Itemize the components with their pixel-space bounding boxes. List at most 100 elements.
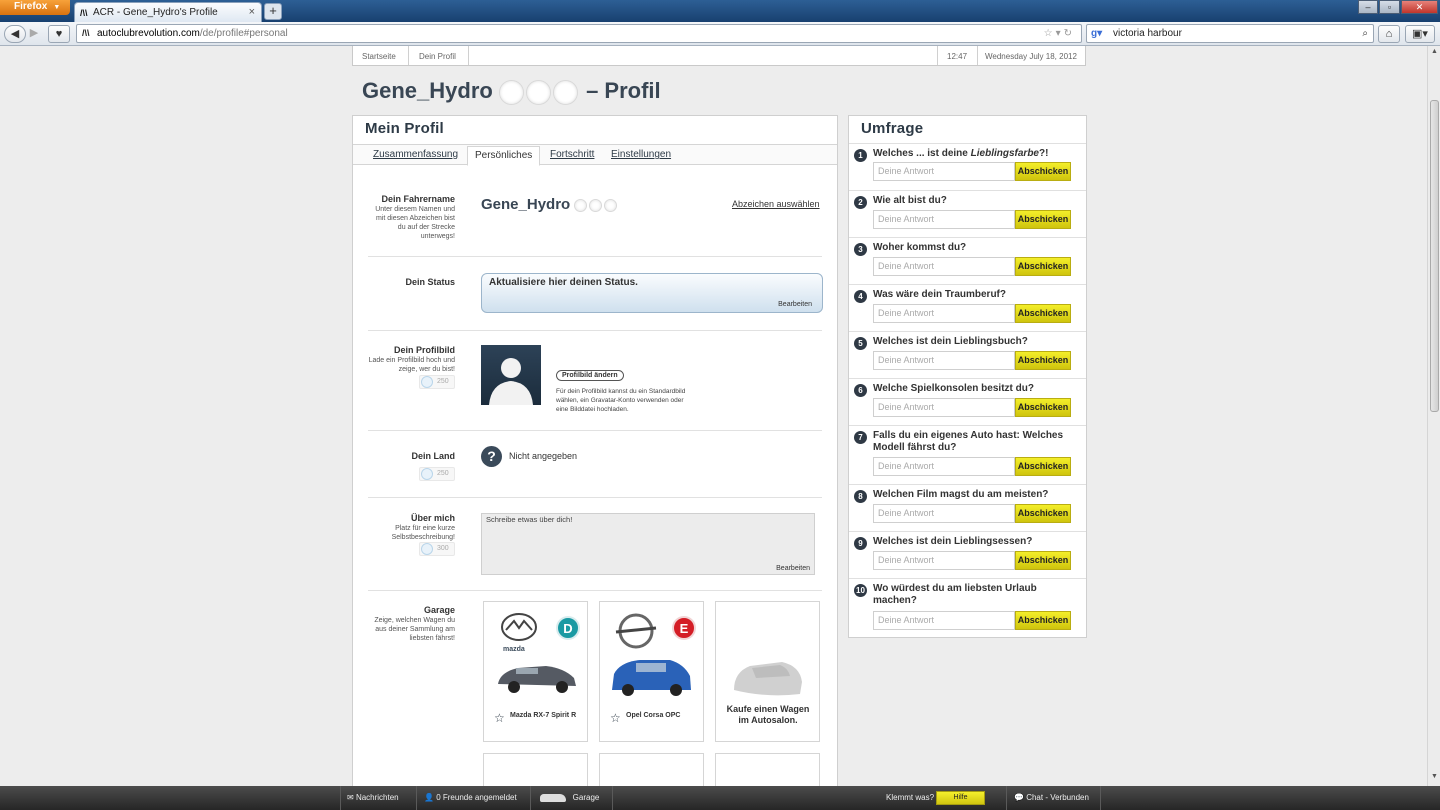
clock-time: 12:47	[947, 52, 968, 61]
url-bar[interactable]: /\\ autoclubrevolution.com/de/profile#pe…	[76, 24, 1082, 43]
question-number: 7	[854, 431, 867, 444]
page-scrollbar[interactable]: ▲ ▼	[1427, 46, 1440, 786]
tools-menu-button[interactable]: ▣▾	[1405, 25, 1435, 43]
friends-online-button[interactable]: 👤 0 Freunde angemeldet	[424, 793, 517, 802]
friends-icon: 👤	[424, 793, 434, 802]
site-icon: /\\	[82, 28, 90, 38]
close-window-button[interactable]: ✕	[1401, 0, 1438, 14]
browser-tab-active[interactable]: /\\ ACR - Gene_Hydro's Profile ×	[74, 2, 262, 22]
home-button[interactable]: ⌂	[1378, 25, 1400, 43]
search-icon[interactable]: ⌕	[1362, 25, 1368, 42]
answer-input[interactable]: Deine Antwort	[873, 398, 1015, 417]
garage-label: Garage	[423, 605, 455, 615]
messages-button[interactable]: ✉ Nachrichten	[347, 793, 399, 802]
page-title: Gene_Hydro – Profil	[362, 78, 661, 105]
answer-input[interactable]: Deine Antwort	[873, 257, 1015, 276]
submit-answer-button[interactable]: Abschicken	[1015, 162, 1071, 181]
question-number: 2	[854, 196, 867, 209]
tab-title: ACR - Gene_Hydro's Profile	[93, 7, 218, 18]
avatar	[481, 345, 541, 405]
envelope-icon: ✉	[347, 793, 354, 802]
submit-answer-button[interactable]: Abschicken	[1015, 351, 1071, 370]
submit-answer-button[interactable]: Abschicken	[1015, 457, 1071, 476]
tab-personal[interactable]: Persönliches	[467, 146, 541, 166]
answer-input[interactable]: Deine Antwort	[873, 162, 1015, 181]
car-icon	[540, 793, 566, 802]
answer-input[interactable]: Deine Antwort	[873, 551, 1015, 570]
garage-car-card[interactable]: E ☆ Opel Corsa OPC	[599, 601, 704, 742]
question-text: Wo würdest du am liebsten Urlaub machen?	[873, 583, 1037, 606]
change-profile-image-button[interactable]: Profilbild ändern	[556, 370, 624, 381]
submit-answer-button[interactable]: Abschicken	[1015, 504, 1071, 523]
car-silhouette-icon	[734, 662, 802, 696]
poll-question: 3 Woher kommst du? Deine Antwort Abschic…	[849, 237, 1086, 284]
buy-car-card[interactable]: Kaufe einen Wagen im Autosalon.	[715, 601, 820, 742]
search-input[interactable]: victoria harbour	[1113, 28, 1182, 39]
garage-button[interactable]: Garage	[540, 793, 599, 802]
close-tab-icon[interactable]: ×	[249, 6, 255, 18]
tab-summary[interactable]: Zusammenfassung	[373, 149, 458, 160]
question-text: Was wäre dein Traumberuf?	[873, 289, 1006, 300]
question-number: 3	[854, 243, 867, 256]
profile-image-label: Dein Profilbild	[393, 345, 455, 355]
poll-question: 5 Welches ist dein Lieblingsbuch? Deine …	[849, 331, 1086, 378]
submit-answer-button[interactable]: Abschicken	[1015, 257, 1071, 276]
firefox-menu-button[interactable]: Firefox ▼	[0, 0, 70, 15]
poll-question: 9 Welches ist dein Lieblingsessen? Deine…	[849, 531, 1086, 578]
scroll-down-icon[interactable]: ▼	[1428, 773, 1440, 785]
status-edit-link[interactable]: Bearbeiten	[778, 301, 812, 308]
favorite-star-icon[interactable]: ☆	[494, 711, 505, 725]
status-box[interactable]: Aktualisiere hier deinen Status. Bearbei…	[481, 273, 823, 313]
url-host: autoclubrevolution.com	[97, 28, 200, 39]
current-date: Wednesday July 18, 2012	[985, 52, 1077, 61]
poll-title: Umfrage	[861, 120, 924, 137]
answer-input[interactable]: Deine Antwort	[873, 611, 1015, 630]
tab-settings[interactable]: Einstellungen	[611, 149, 671, 160]
new-tab-button[interactable]: +	[264, 3, 282, 20]
help-button[interactable]: Hilfe	[936, 791, 985, 805]
profile-image-desc: Lade ein Profilbild hoch und zeige, wer …	[368, 357, 455, 373]
garage-car-card[interactable]: mazda D ☆ Mazda RX-7 Spirit R	[483, 601, 588, 742]
minimize-button[interactable]: –	[1358, 0, 1378, 14]
scrollbar-thumb[interactable]	[1430, 100, 1439, 412]
coin-icon	[421, 543, 433, 555]
submit-answer-button[interactable]: Abschicken	[1015, 210, 1071, 229]
question-number: 5	[854, 337, 867, 350]
breadcrumb: Startseite Dein Profil 12:47 Wednesday J…	[352, 46, 1086, 66]
default-avatar-icon	[489, 358, 533, 405]
site-identity-button[interactable]: ♥	[48, 25, 70, 43]
submit-answer-button[interactable]: Abschicken	[1015, 611, 1071, 630]
google-icon: g▾	[1091, 28, 1103, 39]
chat-button[interactable]: 💬 Chat - Verbunden	[1014, 793, 1089, 802]
answer-input[interactable]: Deine Antwort	[873, 504, 1015, 523]
submit-answer-button[interactable]: Abschicken	[1015, 398, 1071, 417]
footer-bar: ✉ Nachrichten 👤 0 Freunde angemeldet Gar…	[0, 786, 1440, 810]
back-button[interactable]: ◀	[4, 25, 26, 43]
submit-answer-button[interactable]: Abschicken	[1015, 551, 1071, 570]
car-body-icon	[498, 666, 576, 693]
about-desc: Platz für eine kurze Selbstbeschreibung!	[391, 525, 455, 541]
tab-progress[interactable]: Fortschritt	[550, 149, 594, 160]
poll-question: 8 Welchen Film magst du am meisten? Dein…	[849, 484, 1086, 531]
bookmark-star-icon[interactable]: ☆▾↻	[1044, 25, 1075, 42]
scroll-up-icon[interactable]: ▲	[1428, 48, 1440, 60]
empty-badge-icon	[589, 198, 603, 212]
submit-answer-button[interactable]: Abschicken	[1015, 304, 1071, 323]
forward-button[interactable]: ▶	[26, 25, 42, 43]
answer-input[interactable]: Deine Antwort	[873, 304, 1015, 323]
club-badge-icon: E	[672, 616, 696, 640]
breadcrumb-profile[interactable]: Dein Profil	[419, 52, 456, 61]
maximize-button[interactable]: ▫	[1379, 0, 1400, 14]
about-edit-link[interactable]: Bearbeiten	[776, 565, 810, 572]
search-bar[interactable]: g▾ victoria harbour ⌕	[1086, 24, 1374, 43]
breadcrumb-home[interactable]: Startseite	[362, 52, 396, 61]
answer-input[interactable]: Deine Antwort	[873, 457, 1015, 476]
about-textarea[interactable]: Schreibe etwas über dich! Bearbeiten	[481, 513, 815, 575]
answer-input[interactable]: Deine Antwort	[873, 351, 1015, 370]
favorite-star-icon[interactable]: ☆	[610, 711, 621, 725]
unknown-country-icon: ?	[481, 446, 502, 467]
page-title-username: Gene_Hydro	[362, 78, 493, 103]
answer-input[interactable]: Deine Antwort	[873, 210, 1015, 229]
select-badges-link[interactable]: Abzeichen auswählen	[732, 199, 820, 209]
poll-question: 1 Welches ... ist deine Lieblingsfarbe?!…	[849, 143, 1086, 190]
